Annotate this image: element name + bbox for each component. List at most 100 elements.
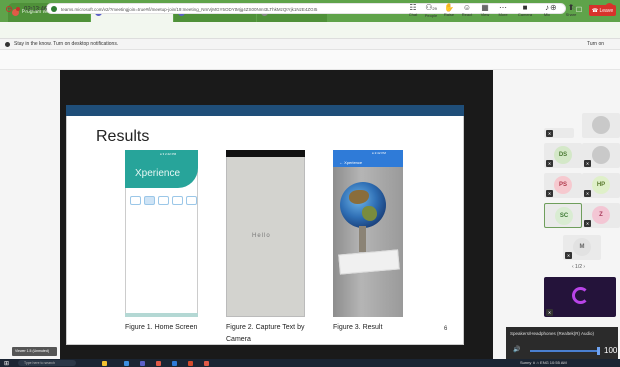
captured-text: Hello [252,233,271,239]
chat-button[interactable]: ☷ Chat [404,3,422,17]
hand-icon: ✋ [444,3,454,12]
participant-initials: PS [558,182,567,188]
participant-tile[interactable]: ✕ [544,128,574,138]
participant-tile[interactable]: PS ✕ [544,173,582,198]
settings-feature-icon [186,196,197,205]
start-button[interactable]: ⊞ [4,360,9,367]
chrome-icon[interactable] [156,361,161,366]
globe-land [362,206,377,221]
mic-button[interactable]: ♪ Mic [538,3,556,17]
participant-initials: Z [599,212,603,218]
volume-slider[interactable] [530,350,600,352]
people-icon: ⚇29 [422,3,440,13]
meeting-status-icon [6,6,12,12]
system-tray[interactable]: Sunny ∧ ⌂ ENG 10:55 AM [520,360,567,365]
site-info-icon[interactable] [51,6,57,12]
participant-avatar-icon [592,116,610,134]
share-button[interactable]: ⬆ Share [562,3,580,17]
camera-top-bar [226,150,305,157]
powerpoint-icon[interactable] [188,361,193,366]
caption-figure-2: Figure 2. Capture Text by Camera [226,324,305,343]
url-text: teams.microsoft.com/v2/?meetingjoin=true… [61,7,318,12]
timer-text: 02:13:46 [24,6,48,13]
participant-tile[interactable]: Z ✕ [582,203,620,228]
smiley-icon: ☺ [462,3,472,12]
button-label: Raise [443,12,455,17]
participant-pager[interactable]: ‹ 1/2 › [572,264,585,270]
muted-icon: ✕ [546,160,553,167]
people-button[interactable]: ⚇29 People [422,3,440,18]
ar-globe-model [340,182,386,228]
people-count-badge: 29 [432,6,437,11]
participant-avatar: HP [592,176,610,194]
self-video-tile[interactable]: ✕ [544,277,616,317]
participant-avatar-icon [592,146,610,164]
caption-figure-1: Figure 1. Home Screen [125,324,198,331]
share-icon: ⬆ [567,3,575,12]
participant-tile[interactable]: M ✕ [563,235,601,260]
chat-icon: ☷ [409,3,417,12]
edge-icon[interactable] [124,361,129,366]
raise-hand-button[interactable]: ✋ Raise [440,3,458,17]
loading-spinner-icon [572,287,589,304]
muted-icon: ✕ [546,130,553,137]
slide-title: Results [96,128,150,145]
notification-infobar: Stay in the know. Turn on desktop notifi… [0,39,620,50]
button-label: People [424,13,438,18]
button-label: View [480,12,490,17]
globe-land [349,190,369,204]
app-footer [125,313,198,317]
result-app-title: ← Xperience [339,160,363,165]
participant-initials: SC [559,213,569,219]
teams-icon[interactable] [140,361,145,366]
info-icon [5,42,10,47]
muted-icon: ✕ [546,309,553,316]
participant-tile[interactable]: HP ✕ [582,173,620,198]
view-button[interactable]: ▦ View [476,3,494,17]
participant-initials: DS [558,152,568,158]
grid-icon: ▦ [481,3,489,12]
muted-icon: ✕ [546,190,553,197]
more-button[interactable]: ⋯ More [494,3,512,17]
meeting-toolbar [0,50,620,70]
caption-figure-3: Figure 3. Result [333,324,383,331]
leave-label: Leave [599,8,614,14]
infobar-text: Stay in the know. Turn on desktop notifi… [14,41,119,47]
participant-avatar: DS [554,146,572,164]
camera-button[interactable]: ■ Camera [516,3,534,17]
app-feature-buttons [130,196,200,205]
image-feature-icon [144,196,155,205]
text-feature-icon [158,196,169,205]
volume-slider-thumb[interactable] [597,347,600,355]
slide-page-number: 6 [444,326,448,332]
turn-on-button[interactable]: Turn on [587,41,604,47]
phone-icon: ☎ [591,8,599,14]
speaker-icon[interactable]: 🔊 [513,346,520,353]
audio-feature-icon [172,196,183,205]
button-label: Camera [517,12,533,17]
button-label: More [498,12,508,17]
file-explorer-icon[interactable] [102,361,107,366]
react-button[interactable]: ☺ React [458,3,476,17]
camera-icon: ■ [522,3,528,12]
participant-tile[interactable]: DS ✕ [544,143,582,168]
participant-tile-selected[interactable]: SC [544,203,582,228]
participant-avatar: PS [554,176,572,194]
button-label: Chat [408,12,418,17]
word-icon[interactable] [172,361,177,366]
participant-tile[interactable]: ✕ [582,143,620,168]
more-icon: ⋯ [499,3,507,12]
taskbar-search-input[interactable]: Type here to search [18,360,76,366]
audio-device-name: Speakers/Headphones (Realtek(R) Audio) [510,331,595,336]
recording-icon [16,7,20,11]
meeting-timer: 02:13:46 [6,6,47,13]
muted-icon: ✕ [565,252,572,259]
participant-tile[interactable] [582,113,620,138]
chrome-icon[interactable] [204,361,209,366]
muted-icon: ✕ [584,160,591,167]
muted-icon: ✕ [584,220,591,227]
leave-button[interactable]: ☎ Leave [589,5,616,16]
participant-initials: M [579,244,585,250]
phone-status-bar: ● 2:42 PM [372,151,386,155]
app-logo: Xperience [135,168,181,179]
